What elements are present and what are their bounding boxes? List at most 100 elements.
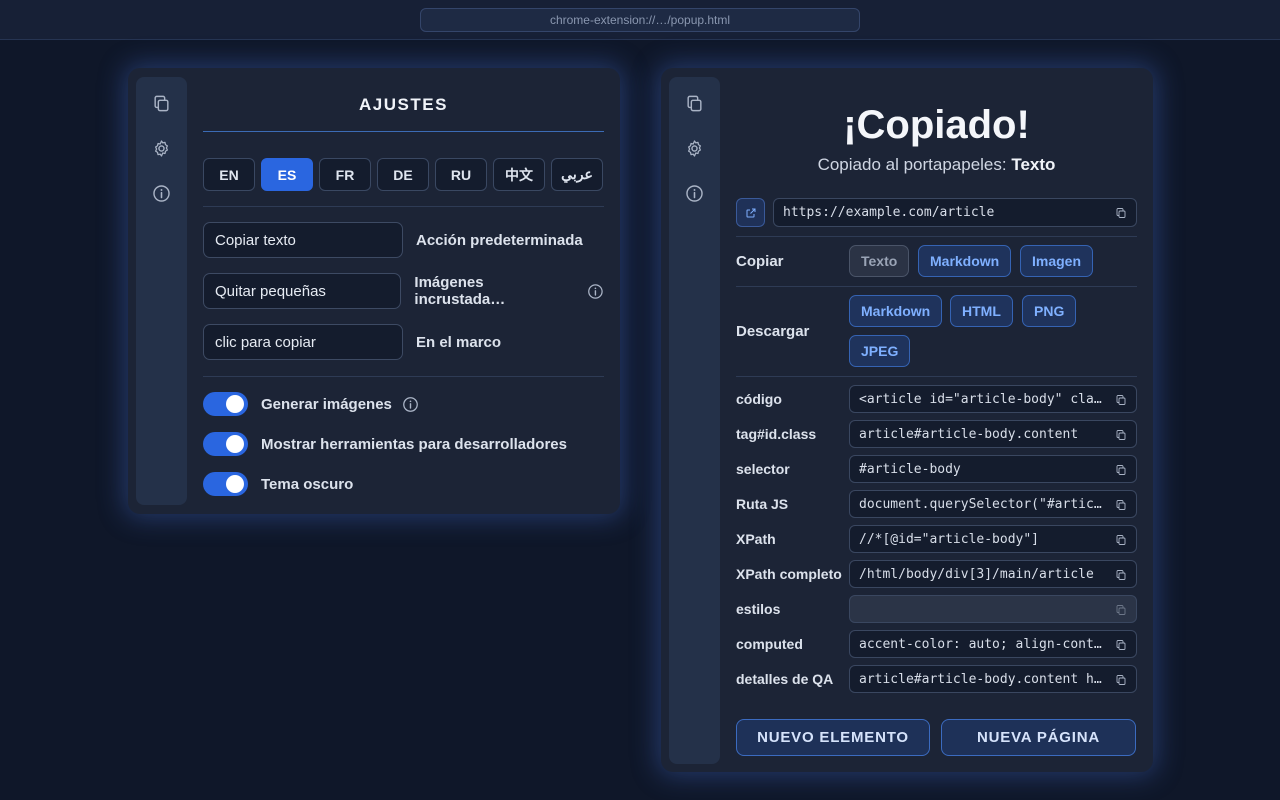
url-row: https://example.com/article [736,198,1137,227]
browser-toolbar: chrome-extension://…/popup.html [0,0,1280,40]
divider [736,236,1137,237]
copied-subtitle: Copiado al portapapeles: Texto [736,155,1137,175]
lang-button-fr[interactable]: FR [319,158,371,191]
settings-tab-button[interactable] [150,136,174,160]
default-action-select[interactable]: Copiar texto [203,222,403,258]
default-action-row: Copiar texto Acción predeterminada [203,222,604,258]
settings-tab-button[interactable] [683,136,707,160]
title-divider [203,131,604,132]
selector-value: #article-body [859,461,961,477]
new-page-button[interactable]: NUEVA PÁGINA [941,719,1136,756]
full-xpath-field[interactable]: /html/body/div[3]/main/article [849,560,1137,588]
url-text: https://example.com/article [783,205,995,220]
lang-button-en[interactable]: EN [203,158,255,191]
info-icon [685,184,704,203]
dark-theme-row: Tema oscuro [203,472,604,496]
lang-button-es[interactable]: ES [261,158,313,191]
qa-details-field[interactable]: article#article-body.content html body [849,665,1137,693]
embedded-images-label-wrap: Imágenes incrustada… [414,274,604,308]
download-html-button[interactable]: HTML [950,295,1013,327]
info-icon [152,184,171,203]
copied-subtitle-prefix: Copiado al portapapeles: [817,155,1012,174]
dark-theme-label: Tema oscuro [261,475,354,493]
dev-tools-toggle[interactable] [203,432,248,456]
copy-markdown-button[interactable]: Markdown [918,245,1012,277]
embedded-images-select[interactable]: Quitar pequeñas [203,273,402,309]
copy-icon[interactable] [1115,394,1127,406]
copy-icon[interactable] [1115,639,1127,651]
copy-icon[interactable] [1115,207,1127,219]
url-field[interactable]: https://example.com/article [773,198,1137,227]
settings-title: AJUSTES [359,95,448,114]
copy-icon [685,94,704,113]
generate-images-toggle[interactable] [203,392,248,416]
download-jpeg-button[interactable]: JPEG [849,335,911,367]
frame-label: En el marco [416,333,502,351]
full-xpath-label: XPath completo [736,566,842,582]
copied-panel: ¡Copiado! Copiado al portapapeles: Texto… [661,68,1153,772]
lang-button-de[interactable]: DE [377,158,429,191]
gear-icon [152,139,171,158]
info-tab-button[interactable] [150,181,174,205]
embedded-images-label: Imágenes incrustada… [414,274,506,308]
js-path-field[interactable]: document.querySelector("#article-body") [849,490,1137,518]
js-path-value: document.querySelector("#article-body") [859,496,1102,512]
generate-images-label-wrap: Generar imágenes [261,396,419,413]
copy-icon[interactable] [1115,534,1127,546]
js-path-label: Ruta JS [736,496,789,512]
dev-tools-label: Mostrar herramientas para desarrolladore… [261,435,567,453]
download-markdown-button[interactable]: Markdown [849,295,943,327]
selector-field[interactable]: #article-body [849,455,1137,483]
copy-section-label: Copiar [736,253,784,270]
qa-details-label: detalles de QA [736,671,834,687]
xpath-field[interactable]: //*[@id="article-body"] [849,525,1137,553]
default-action-label: Acción predeterminada [416,231,583,249]
copy-icon[interactable] [1115,464,1127,476]
copy-text-button[interactable]: Texto [849,245,910,277]
copy-tab-button[interactable] [683,91,707,115]
generate-images-label: Generar imágenes [261,395,392,413]
side-rail [669,77,720,764]
xpath-label: XPath [736,531,776,547]
copy-image-button[interactable]: Imagen [1020,245,1094,277]
language-selector: EN ES FR DE RU 中文 عربي [203,158,604,191]
download-png-button[interactable]: PNG [1022,295,1077,327]
divider [736,376,1137,377]
copied-format: Texto [1011,155,1056,174]
code-label: código [736,391,782,407]
copy-tab-button[interactable] [150,91,174,115]
copied-heading: ¡Copiado! [843,103,1030,147]
dark-theme-toggle[interactable] [203,472,248,496]
computed-value: accent-color: auto; align-content: norma… [859,636,1102,652]
lang-button-ar[interactable]: عربي [551,158,603,191]
computed-label: computed [736,636,803,652]
tag-value: article#article-body.content [859,426,1079,442]
divider [203,206,604,207]
copy-icon [152,94,171,113]
styles-label: estilos [736,601,781,617]
new-element-button[interactable]: NUEVO ELEMENTO [736,719,930,756]
open-url-button[interactable] [736,198,765,227]
copy-icon[interactable] [1115,429,1127,441]
frame-select[interactable]: clic para copiar [203,324,403,360]
copy-icon[interactable] [1115,604,1127,616]
computed-field[interactable]: accent-color: auto; align-content: norma… [849,630,1137,658]
tag-field[interactable]: article#article-body.content [849,420,1137,448]
download-section-label: Descargar [736,323,810,340]
code-field[interactable]: <article id="article-body" class="conten… [849,385,1137,413]
external-link-icon [745,207,757,219]
lang-button-ru[interactable]: RU [435,158,487,191]
info-tab-button[interactable] [683,181,707,205]
divider [203,376,604,377]
styles-field[interactable] [849,595,1137,623]
copy-icon[interactable] [1115,499,1127,511]
info-icon[interactable] [402,396,419,413]
tag-label: tag#id.class [736,426,817,442]
lang-button-zh[interactable]: 中文 [493,158,545,191]
dev-tools-row: Mostrar herramientas para desarrolladore… [203,432,604,456]
info-icon[interactable] [587,283,604,300]
address-bar[interactable]: chrome-extension://…/popup.html [420,8,860,32]
side-rail [136,77,187,505]
copy-icon[interactable] [1115,674,1127,686]
copy-icon[interactable] [1115,569,1127,581]
